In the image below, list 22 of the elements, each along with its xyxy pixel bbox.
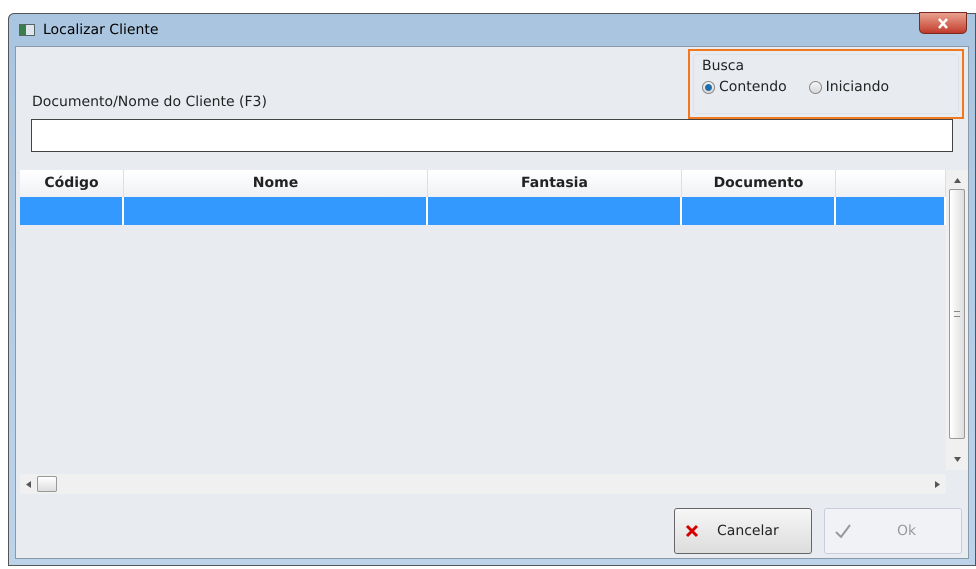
search-input[interactable] — [31, 119, 953, 152]
radio-button[interactable] — [808, 81, 822, 94]
checkmark-icon — [835, 524, 851, 538]
vertical-scrollbar[interactable] — [946, 170, 968, 470]
close-button[interactable] — [919, 12, 967, 34]
scroll-down-icon — [954, 457, 960, 462]
radio-button[interactable] — [702, 81, 715, 94]
field-label: Documento/Nome do Cliente (F3) — [32, 93, 267, 112]
close-icon — [937, 18, 949, 28]
scroll-thumb[interactable] — [37, 476, 57, 492]
scroll-up-icon — [954, 178, 960, 183]
cancel-button[interactable]: Cancelar — [674, 508, 812, 554]
radio-option[interactable]: Contendo — [702, 77, 787, 98]
scroll-left-icon — [26, 480, 31, 488]
window-title: Localizar Cliente — [43, 20, 158, 40]
app-icon — [19, 24, 35, 36]
group-title: Busca — [702, 57, 746, 75]
radio-option[interactable]: Iniciando — [808, 77, 890, 98]
horizontal-scrollbar[interactable] — [20, 474, 946, 494]
scroll-thumb[interactable] — [949, 189, 965, 439]
scroll-right-icon — [935, 480, 940, 488]
x-icon — [685, 524, 699, 538]
